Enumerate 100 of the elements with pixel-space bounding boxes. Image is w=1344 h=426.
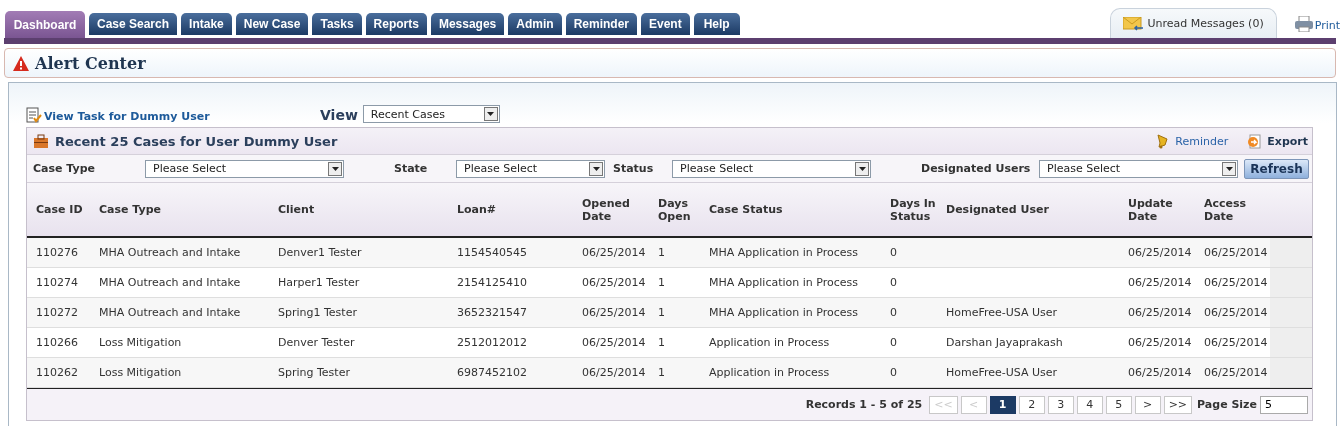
column-header: Client <box>277 202 316 218</box>
table-cell-text: 0 <box>889 305 898 321</box>
page-button[interactable]: 3 <box>1047 395 1074 414</box>
table-cell-text: 1 <box>657 365 666 381</box>
nav-tab[interactable]: Intake <box>181 13 232 35</box>
nav-tab[interactable]: Admin <box>508 13 562 35</box>
table-cell-text: Loss Mitigation <box>98 365 183 381</box>
table-cell-text: 06/25/2014 <box>1203 365 1269 381</box>
unread-messages-tab[interactable]: Unread Messages (0) <box>1110 8 1277 38</box>
task-list-icon <box>26 107 42 123</box>
caret-icon <box>331 166 339 171</box>
table-cell-text: 06/25/2014 <box>1203 305 1269 321</box>
column-header: Loan# <box>456 202 498 218</box>
column-header: Case Type <box>98 202 163 218</box>
table-cell-text: 06/25/2014 <box>1127 305 1193 321</box>
reminder-link[interactable]: Reminder <box>1155 133 1229 149</box>
table-cell-text: 06/25/2014 <box>1203 275 1269 291</box>
filter-dropdown[interactable]: Please Select <box>145 159 344 178</box>
caret-icon <box>858 166 866 171</box>
view-label: View <box>320 107 358 123</box>
caret-icon <box>1225 166 1233 171</box>
table-cell-text: 1 <box>657 305 666 321</box>
table-cell-text: MHA Application in Process <box>708 245 859 261</box>
page-button[interactable]: > <box>1134 395 1161 414</box>
table-cell-text: 110266 <box>35 335 79 351</box>
table-cell-text: 110262 <box>35 365 79 381</box>
records-summary: Records 1 - 5 of 25 <box>805 398 923 411</box>
column-header: Update Date <box>1127 195 1174 225</box>
table-cell-text: 0 <box>889 335 898 351</box>
nav-tab[interactable]: Tasks <box>312 13 362 35</box>
nav-tab[interactable]: Help <box>693 13 740 35</box>
table-cell-text: 06/25/2014 <box>581 245 647 261</box>
export-icon <box>1246 132 1264 150</box>
filter-dropdown[interactable]: Please Select <box>456 159 605 178</box>
caret-icon <box>487 112 495 116</box>
table-cell-text: HomeFree-USA User <box>945 365 1059 381</box>
table-cell-text: 2512012012 <box>456 335 528 351</box>
table-cell-text: Application in Process <box>708 365 831 381</box>
table-cell-text: MHA Outreach and Intake <box>98 275 242 291</box>
filter-label: Status <box>613 162 655 175</box>
table-cell-text: 110276 <box>35 245 79 261</box>
table-cell-text: MHA Outreach and Intake <box>98 305 242 321</box>
table-cell-text: 0 <box>889 245 898 261</box>
table-cell-text: 06/25/2014 <box>581 275 647 291</box>
table-cell-text: 110274 <box>35 275 79 291</box>
table-cell-text: 06/25/2014 <box>1127 275 1193 291</box>
table-cell-text: 06/25/2014 <box>1127 245 1193 261</box>
table-cell-text: 2154125410 <box>456 275 528 291</box>
nav-tab[interactable]: Reminder <box>565 13 637 35</box>
refresh-button[interactable]: Refresh <box>1244 158 1309 179</box>
table-cell-text: 06/25/2014 <box>1203 245 1269 261</box>
table-cell-text: 3652321547 <box>456 305 528 321</box>
print-link[interactable]: Print <box>1294 8 1340 38</box>
page-size-field[interactable]: 5 <box>1260 395 1308 414</box>
filter-dropdown[interactable]: Please Select <box>672 159 871 178</box>
nav-tab[interactable]: Dashboard <box>5 11 85 38</box>
page-size-label: Page Size <box>1197 398 1257 411</box>
export-link[interactable]: Export <box>1246 132 1308 150</box>
filter-label: State <box>394 162 429 175</box>
column-header: Access Date <box>1203 195 1248 225</box>
page-button[interactable]: >> <box>1163 395 1193 414</box>
table-cell-text: Spring Tester <box>277 365 351 381</box>
envelope-icon <box>1123 16 1144 31</box>
page-button[interactable]: 4 <box>1076 395 1103 414</box>
table-cell-text: 6987452102 <box>456 365 528 381</box>
nav-tab[interactable]: New Case <box>235 13 309 35</box>
table-cell-text: 06/25/2014 <box>1127 365 1193 381</box>
table-cell-text: 110272 <box>35 305 79 321</box>
page-button[interactable]: 1 <box>989 395 1016 414</box>
alert-center-title: Alert Center <box>35 53 146 73</box>
caret-icon <box>592 166 600 171</box>
table-cell-text: 1154540545 <box>456 245 528 261</box>
column-header: Case ID <box>35 202 84 218</box>
page-button[interactable]: 5 <box>1105 395 1132 414</box>
page-button[interactable]: 2 <box>1018 395 1045 414</box>
task-link[interactable]: View Task for Dummy User <box>26 107 320 123</box>
table-cell-text: Denver Tester <box>277 335 356 351</box>
table-cell-text: 1 <box>657 245 666 261</box>
nav-tab[interactable]: Event <box>641 13 690 35</box>
table-cell-text: MHA Application in Process <box>708 275 859 291</box>
printer-icon <box>1294 16 1313 32</box>
table-cell-text: Loss Mitigation <box>98 335 183 351</box>
briefcase-icon <box>33 133 49 149</box>
table-cell-text: MHA Outreach and Intake <box>98 245 242 261</box>
nav-tab[interactable]: Messages <box>430 13 505 35</box>
view-dropdown[interactable]: Recent Cases <box>362 105 500 123</box>
table-cell-text: 1 <box>657 335 666 351</box>
table-cell-text: 0 <box>889 365 898 381</box>
nav-tab[interactable]: Case Search <box>89 13 178 35</box>
column-header: Case Status <box>708 202 784 218</box>
column-header: Opened Date <box>581 195 631 225</box>
nav-tab[interactable]: Reports <box>365 13 427 35</box>
table-cell-text: 1 <box>657 275 666 291</box>
table-cell-text: 06/25/2014 <box>1127 335 1193 351</box>
table-cell-text: HomeFree-USA User <box>945 305 1059 321</box>
table-cell-text: 06/25/2014 <box>1203 335 1269 351</box>
table-cell-text: 06/25/2014 <box>581 305 647 321</box>
table-cell-text: Harper1 Tester <box>277 275 361 291</box>
filter-dropdown[interactable]: Please Select <box>1039 159 1238 178</box>
table-cell-text: Application in Process <box>708 335 831 351</box>
